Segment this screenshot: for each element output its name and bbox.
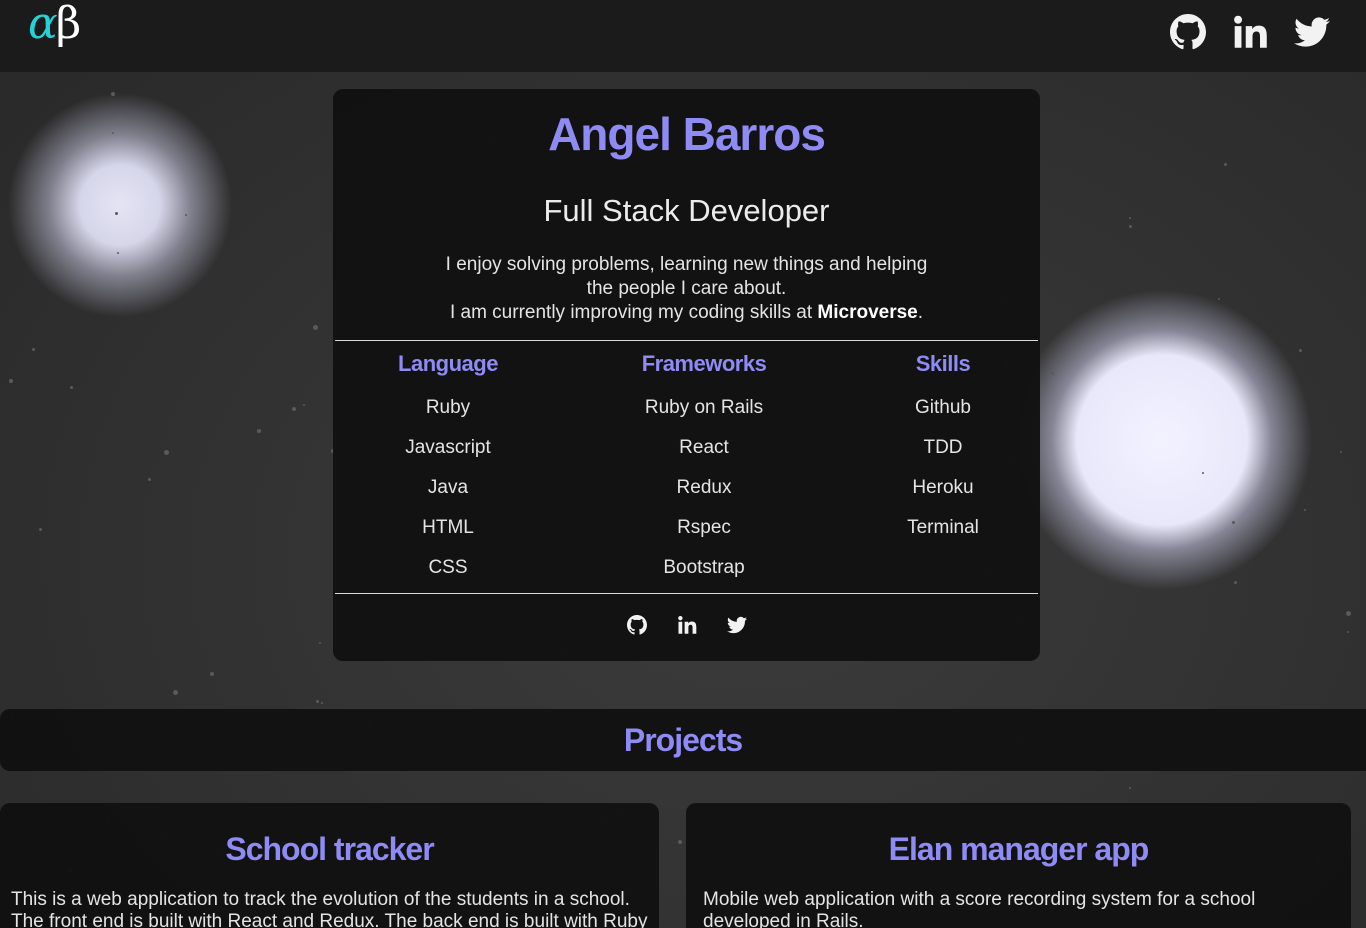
background-speck bbox=[292, 407, 296, 411]
background-speck bbox=[316, 700, 319, 703]
linkedin-icon[interactable] bbox=[677, 615, 697, 635]
project-card-school-tracker[interactable]: School tracker This is a web application… bbox=[0, 803, 659, 928]
background-speck bbox=[32, 348, 35, 351]
background-speck bbox=[678, 840, 682, 844]
frameworks-heading: Frameworks bbox=[641, 351, 767, 376]
language-heading: Language bbox=[398, 351, 498, 376]
background-speck bbox=[313, 325, 318, 330]
background-speck bbox=[210, 672, 214, 676]
background-speck bbox=[1129, 787, 1131, 789]
skills-column: Skills Github TDD Heroku Terminal bbox=[828, 351, 1058, 557]
github-icon[interactable] bbox=[1170, 14, 1206, 50]
list-item: CSS bbox=[428, 557, 468, 578]
twitter-icon[interactable] bbox=[1294, 14, 1330, 50]
project-title: School tracker bbox=[225, 831, 434, 867]
card-social-links bbox=[333, 615, 1040, 635]
background-speck bbox=[39, 528, 42, 531]
background-speck bbox=[111, 92, 115, 96]
background-speck bbox=[1234, 581, 1237, 584]
background-speck bbox=[1232, 521, 1235, 524]
background-speck bbox=[112, 132, 114, 134]
list-item: Redux bbox=[676, 477, 732, 498]
divider-bottom bbox=[335, 593, 1038, 594]
twitter-icon[interactable] bbox=[726, 615, 747, 635]
project-card-elan-manager[interactable]: Elan manager app Mobile web application … bbox=[686, 803, 1351, 928]
background-speck bbox=[70, 386, 73, 389]
background-speck bbox=[164, 450, 169, 455]
background-speck bbox=[321, 702, 323, 704]
skills-list: Github TDD Heroku Terminal bbox=[828, 397, 1058, 557]
list-item: HTML bbox=[422, 517, 474, 538]
language-column: Language Ruby Javascript Java HTML CSS bbox=[333, 351, 563, 597]
github-icon[interactable] bbox=[626, 615, 647, 635]
background-speck bbox=[1347, 631, 1349, 633]
bio-line-2-suffix: . bbox=[917, 302, 924, 323]
project-description: Mobile web application with a score reco… bbox=[703, 889, 1256, 928]
list-item: React bbox=[679, 437, 729, 458]
intro-card: Angel Barros Full Stack Developer I enjo… bbox=[333, 89, 1040, 661]
background-speck bbox=[1129, 225, 1132, 228]
skills-heading: Skills bbox=[915, 351, 971, 376]
background-speck bbox=[319, 642, 321, 644]
background-speck bbox=[173, 690, 178, 695]
list-item: Ruby bbox=[425, 397, 471, 418]
list-item: Javascript bbox=[405, 437, 491, 458]
projects-heading: Projects bbox=[623, 722, 743, 758]
list-item: Terminal bbox=[907, 517, 979, 538]
logo[interactable]: αβ bbox=[28, 0, 81, 49]
developer-name: Angel Barros bbox=[548, 108, 826, 160]
background-speck bbox=[9, 379, 13, 383]
top-navbar: αβ bbox=[0, 0, 1366, 72]
background-speck bbox=[1224, 163, 1227, 166]
list-item: Github bbox=[915, 397, 971, 418]
frameworks-list: Ruby on Rails React Redux Rspec Bootstra… bbox=[589, 397, 819, 597]
divider-top bbox=[335, 340, 1038, 341]
background-speck bbox=[115, 212, 118, 215]
background-speck bbox=[1346, 611, 1351, 616]
list-item: Rspec bbox=[677, 517, 731, 538]
frameworks-column: Frameworks Ruby on Rails React Redux Rsp… bbox=[589, 351, 819, 597]
background-speck bbox=[1218, 298, 1220, 300]
logo-beta: β bbox=[55, 0, 81, 49]
header-social-links bbox=[1170, 14, 1330, 50]
background-speck bbox=[1304, 509, 1306, 511]
bio-line-2-prefix: I am currently improving my coding skill… bbox=[449, 302, 818, 323]
project-description: This is a web application to track the e… bbox=[11, 889, 648, 928]
list-item: Ruby on Rails bbox=[644, 397, 764, 418]
background-speck bbox=[1340, 451, 1342, 453]
projects-section-header: Projects bbox=[0, 709, 1366, 771]
bio-line-1: I enjoy solving problems, learning new t… bbox=[445, 254, 928, 299]
list-item: TDD bbox=[923, 437, 963, 458]
microverse-link[interactable]: Microverse bbox=[817, 302, 917, 323]
bio-text: I enjoy solving problems, learning new t… bbox=[433, 253, 940, 325]
developer-title: Full Stack Developer bbox=[543, 193, 830, 228]
background-speck bbox=[257, 429, 261, 433]
list-item: Bootstrap bbox=[663, 557, 745, 578]
list-item: Java bbox=[427, 477, 469, 498]
list-item: Heroku bbox=[912, 477, 974, 498]
logo-alpha: α bbox=[28, 0, 58, 49]
linkedin-icon[interactable] bbox=[1232, 14, 1268, 50]
background-speck bbox=[1202, 472, 1204, 474]
background-speck bbox=[148, 478, 151, 481]
background-speck bbox=[303, 404, 305, 406]
background-speck bbox=[1129, 217, 1131, 219]
background-speck bbox=[1299, 349, 1302, 352]
language-list: Ruby Javascript Java HTML CSS bbox=[333, 397, 563, 597]
project-title: Elan manager app bbox=[888, 831, 1150, 867]
background-speck bbox=[185, 214, 187, 216]
background-speck bbox=[117, 252, 119, 254]
